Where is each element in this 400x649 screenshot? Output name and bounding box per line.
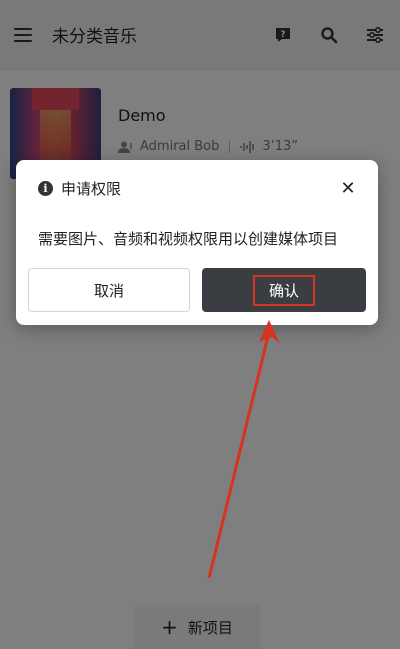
close-icon[interactable]: ✕ [338, 178, 358, 199]
cancel-label: 取消 [93, 281, 124, 300]
confirm-label: 确认 [252, 274, 315, 306]
dialog-title: 申请权限 [61, 180, 122, 198]
info-icon: i [38, 181, 53, 196]
confirm-button[interactable]: 确认 [202, 268, 366, 312]
dialog-message: 需要图片、音频和视频权限用以创建媒体项目 [38, 230, 339, 248]
cancel-button[interactable]: 取消 [28, 268, 190, 312]
permission-dialog: i 申请权限 ✕ 需要图片、音频和视频权限用以创建媒体项目 取消 确认 [16, 160, 378, 325]
